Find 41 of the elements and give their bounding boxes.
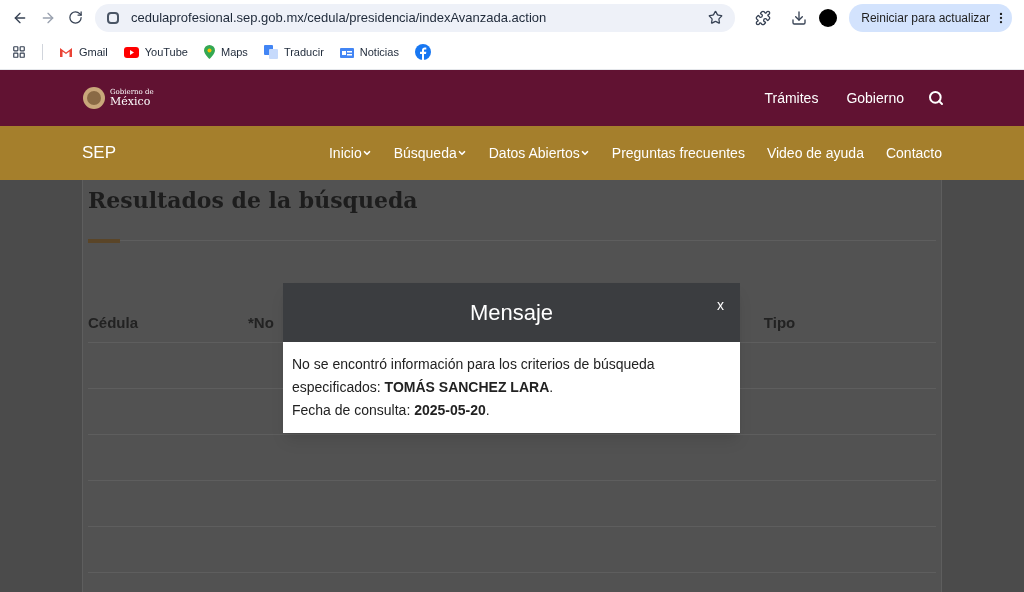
bookmark-link[interactable]: Noticias xyxy=(339,43,399,61)
apps-icon[interactable] xyxy=(12,45,26,59)
header-link[interactable]: Gobierno xyxy=(846,87,904,109)
sep-brand[interactable]: SEP xyxy=(82,140,117,166)
coat-of-arms-icon xyxy=(82,86,106,110)
nav-link[interactable]: Video de ayuda xyxy=(766,142,864,164)
title-accent xyxy=(88,239,120,243)
f-logo-icon[interactable] xyxy=(414,44,431,60)
newspaper-icon xyxy=(339,46,354,58)
nav-link[interactable]: Contacto xyxy=(885,142,942,164)
profile-avatar[interactable] xyxy=(819,8,838,27)
message-text: No se encontró información para los criterios de búsqueda especificados: TOMÁS SANCHEZ LARA. xyxy=(292,355,656,397)
address-bar[interactable]: cedulaprofesional.sep.gob.mx/cedula/presidencia/indexAvanzada.action xyxy=(95,3,736,32)
site-settings-icon[interactable] xyxy=(107,11,119,24)
reload-icon[interactable] xyxy=(68,10,83,25)
nav-link[interactable]: Búsqueda xyxy=(393,142,467,164)
mail-icon xyxy=(59,46,73,58)
star-icon[interactable] xyxy=(708,10,724,25)
message-text: Fecha de consulta: 2025-05-20. xyxy=(292,401,491,420)
bookmark-link[interactable]: Gmail xyxy=(59,43,108,61)
nav-link[interactable]: Preguntas frecuentes xyxy=(611,142,745,164)
play-icon xyxy=(123,46,139,58)
update-button[interactable]: Reiniciar para actualizar xyxy=(849,3,1012,32)
search-icon[interactable] xyxy=(928,90,944,106)
caret-icon xyxy=(361,148,372,158)
nav-link[interactable]: Inicio xyxy=(329,142,372,164)
nav-link[interactable]: Datos Abiertos xyxy=(488,142,590,164)
map-pin-icon xyxy=(203,45,215,59)
header-link[interactable]: Trámites xyxy=(764,87,819,109)
logo-text: México xyxy=(110,96,152,107)
bookmark-link[interactable]: YouTube xyxy=(123,43,188,61)
extensions-icon[interactable] xyxy=(755,9,772,26)
bookmark-link[interactable]: Traducir xyxy=(263,43,324,61)
close-button[interactable]: x xyxy=(717,295,724,316)
bookmark-link[interactable]: Maps xyxy=(203,43,248,61)
caret-icon xyxy=(456,148,467,158)
caret-icon xyxy=(579,148,590,158)
dialog-title: Mensaje xyxy=(469,299,554,327)
download-icon[interactable] xyxy=(791,9,808,26)
url-text: cedulaprofesional.sep.gob.mx/cedula/presidencia/indexAvanzada.action xyxy=(131,8,548,27)
translate-icon xyxy=(263,45,278,59)
